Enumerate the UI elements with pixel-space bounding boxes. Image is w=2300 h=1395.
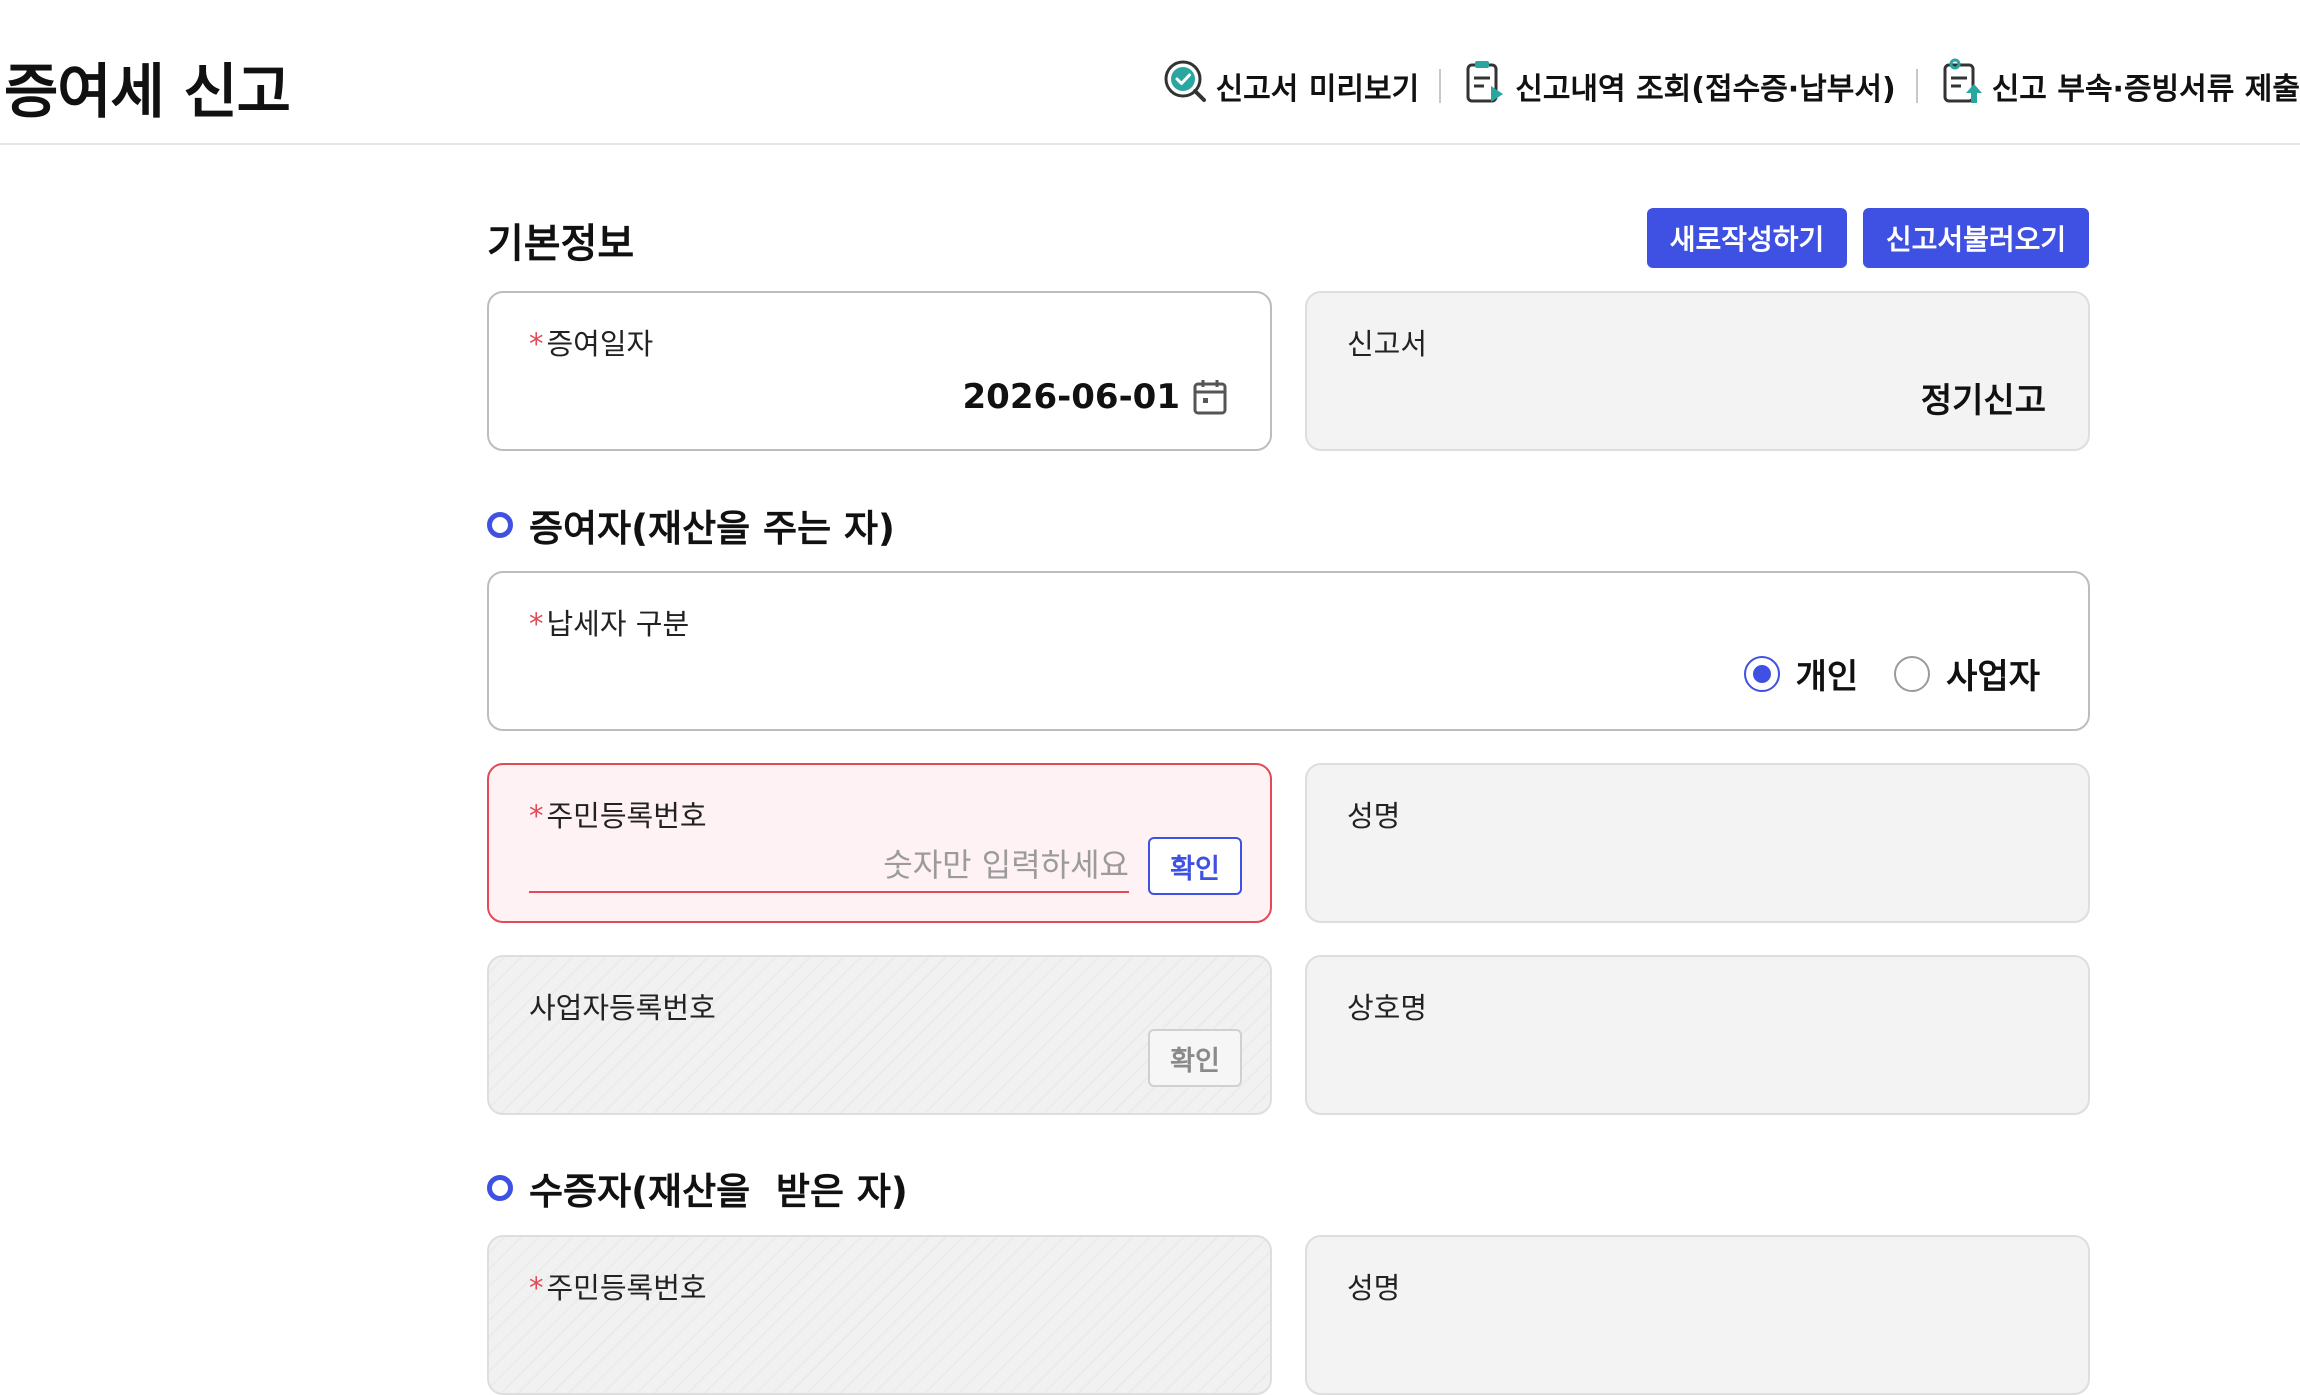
business-number-field: 사업자등록번호 확인 <box>487 955 1272 1115</box>
recipient-name-field: 성명 <box>1305 1235 2090 1395</box>
donor-section-title: 증여자(재산을 주는 자) <box>487 498 895 552</box>
divider <box>1915 69 1918 103</box>
recipient-resident-number-label: * 주민등록번호 <box>529 1271 707 1305</box>
history-link[interactable]: 신고내역 조회(접수증·납부서) <box>1461 58 1896 114</box>
gift-date-field[interactable]: * 증여일자 2026-06-01 <box>487 291 1272 451</box>
report-type-value: 정기신고 <box>1920 381 2046 421</box>
radio-checked-icon <box>1743 655 1780 692</box>
preview-link[interactable]: 신고서 미리보기 <box>1162 58 1420 114</box>
preview-check-icon <box>1162 58 1216 114</box>
report-type-label: 신고서 <box>1347 327 1428 361</box>
taxpayer-type-field: * 납세자 구분 개인 사업자 <box>487 571 2090 731</box>
calendar-icon[interactable] <box>1192 378 1228 416</box>
business-number-label: 사업자등록번호 <box>529 991 716 1025</box>
header-links: 신고서 미리보기 신고내역 조회(접수증·납부서) 신고 부속·증빙서류 제출 <box>1162 58 2300 114</box>
company-name-label: 상호명 <box>1347 991 1428 1025</box>
gift-date-value: 2026-06-01 <box>962 377 1180 417</box>
upload-documents-label: 신고 부속·증빙서류 제출 <box>1991 72 2300 107</box>
taxpayer-type-label: * 납세자 구분 <box>529 607 690 641</box>
section-bullet-icon <box>487 1175 513 1201</box>
upload-documents-link[interactable]: 신고 부속·증빙서류 제출 <box>1938 58 2300 114</box>
recipient-resident-number-field: * 주민등록번호 <box>487 1235 1272 1395</box>
radio-individual[interactable]: 개인 <box>1743 649 1859 698</box>
radio-unchecked-icon <box>1894 655 1931 692</box>
business-number-confirm-button[interactable]: 확인 <box>1148 1029 1242 1087</box>
donor-resident-number-input[interactable] <box>529 839 1129 893</box>
recipient-name-label: 성명 <box>1347 1271 1401 1305</box>
gift-date-value-wrap: 2026-06-01 <box>963 377 1228 417</box>
company-name-field: 상호명 <box>1305 955 2090 1115</box>
donor-name-field: 성명 <box>1305 763 2090 923</box>
divider <box>1439 69 1442 103</box>
section-bullet-icon <box>487 512 513 538</box>
history-link-label: 신고내역 조회(접수증·납부서) <box>1515 72 1896 107</box>
donor-resident-number-label: * 주민등록번호 <box>529 799 707 833</box>
document-history-icon <box>1461 58 1515 114</box>
donor-name-label: 성명 <box>1347 799 1401 833</box>
gift-date-label: * 증여일자 <box>529 327 654 361</box>
new-report-button[interactable]: 새로작성하기 <box>1647 208 1847 268</box>
page-title: 증여세 신고 <box>4 57 291 126</box>
load-report-button[interactable]: 신고서불러오기 <box>1863 208 2089 268</box>
recipient-section-title: 수증자(재산을 받은 자) <box>487 1161 908 1215</box>
report-type-field: 신고서 정기신고 <box>1305 291 2090 451</box>
page-header: 증여세 신고 신고서 미리보기 신고내역 조회(접수증·납부서) 신고 부속·증… <box>0 0 2300 145</box>
radio-business[interactable]: 사업자 <box>1894 649 2040 698</box>
taxpayer-type-radio-group: 개인 사업자 <box>1708 649 2040 698</box>
donor-resident-number-field: *주민등록번호 확인 <box>487 763 1272 923</box>
donor-resident-confirm-button[interactable]: 확인 <box>1148 837 1242 895</box>
radio-individual-label: 개인 <box>1795 657 1859 697</box>
document-upload-icon <box>1938 58 1992 114</box>
preview-link-label: 신고서 미리보기 <box>1215 72 1420 107</box>
basic-info-title: 기본정보 <box>487 221 635 267</box>
radio-business-label: 사업자 <box>1946 657 2040 697</box>
